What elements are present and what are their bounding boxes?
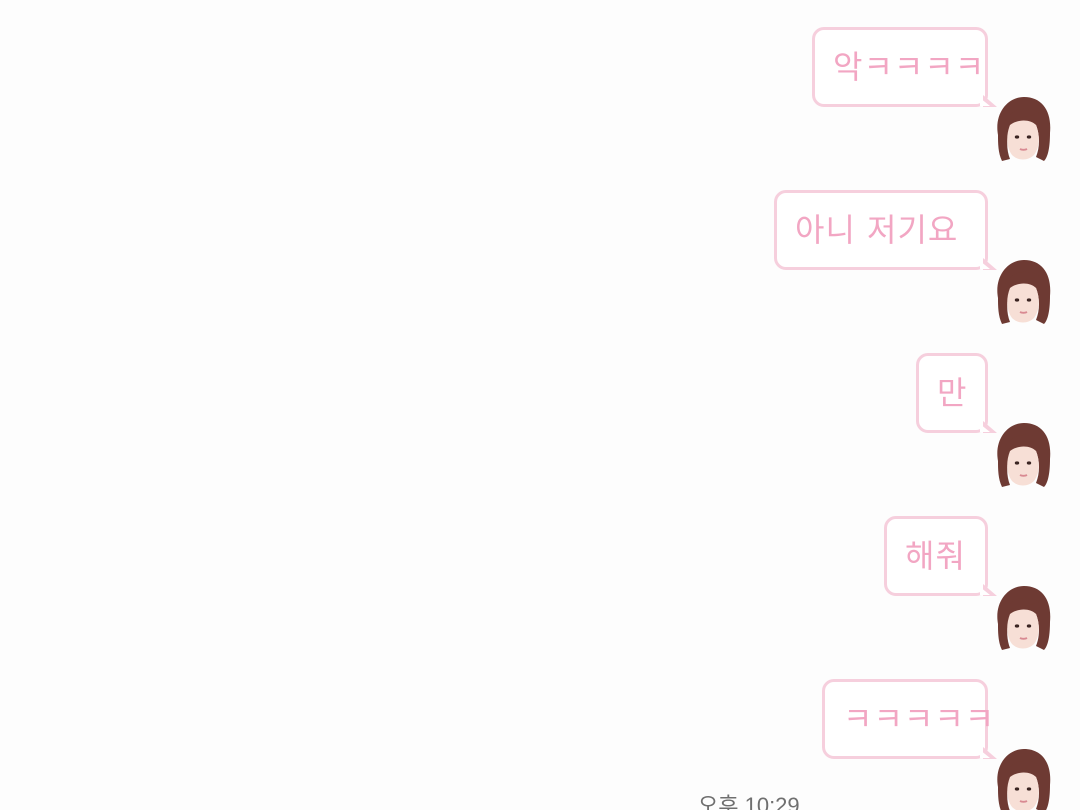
message-text: 아니 저기요: [795, 211, 959, 249]
message-bubble[interactable]: ㅋㅋㅋㅋㅋ: [822, 679, 997, 759]
message-bubble[interactable]: 만: [916, 353, 997, 433]
chat-message: 만: [0, 353, 1080, 516]
profile-avatar-icon[interactable]: [990, 747, 1054, 810]
message-text: 만: [937, 374, 968, 412]
chat-message: 악ㅋㅋㅋㅋ: [0, 27, 1080, 190]
message-text: 해줘: [905, 537, 966, 575]
message-text: 악ㅋㅋㅋㅋ: [833, 48, 986, 86]
message-timestamp: 오후 10:29: [698, 793, 800, 810]
profile-avatar-icon[interactable]: [990, 421, 1054, 489]
message-text: ㅋㅋㅋㅋㅋ: [843, 700, 996, 738]
profile-avatar-icon[interactable]: [990, 584, 1054, 652]
profile-avatar-icon[interactable]: [990, 258, 1054, 326]
chat-message: 해줘: [0, 516, 1080, 679]
message-bubble[interactable]: 악ㅋㅋㅋㅋ: [812, 27, 997, 107]
chat-message: ㅋㅋㅋㅋㅋ: [0, 679, 1080, 810]
message-bubble[interactable]: 아니 저기요: [774, 190, 997, 270]
profile-avatar-icon[interactable]: [990, 95, 1054, 163]
chat-message: 아니 저기요: [0, 190, 1080, 353]
message-bubble[interactable]: 해줘: [884, 516, 997, 596]
chat-message-list: 악ㅋㅋㅋㅋ 아니 저기요 만 해줘 ㅋㅋㅋㅋㅋ 오후 10:29: [0, 0, 1080, 810]
